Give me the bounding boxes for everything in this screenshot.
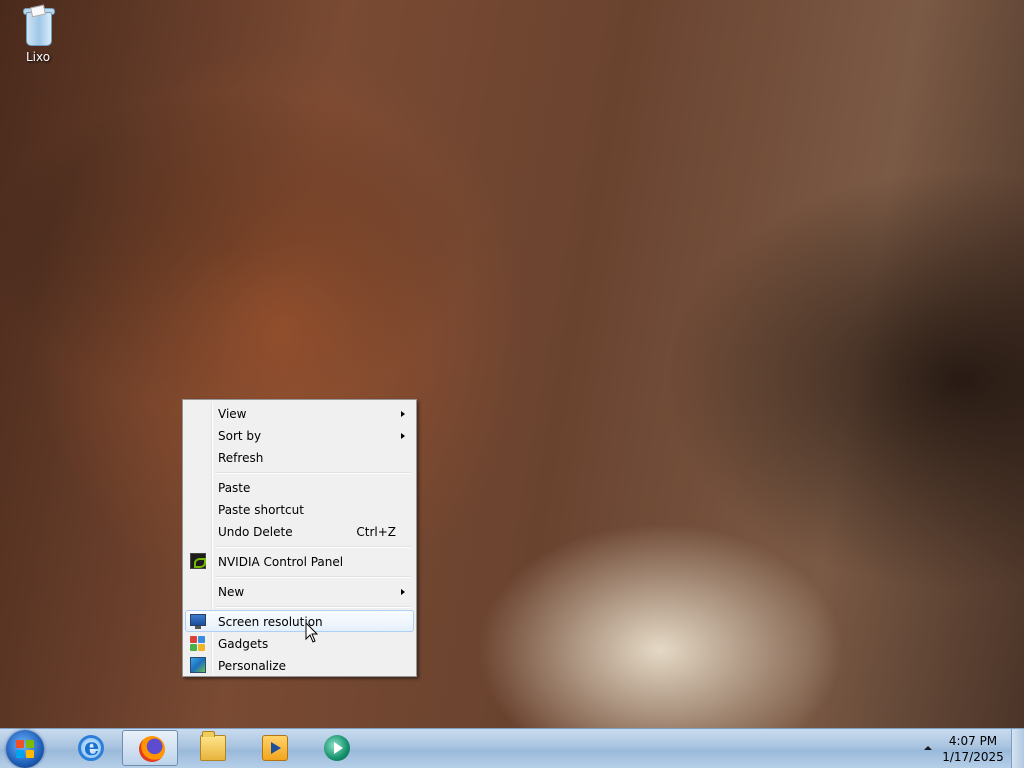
- menu-item-label: Paste shortcut: [218, 503, 304, 517]
- personalize-icon: [190, 657, 206, 673]
- recycle-bin-label: Lixo: [25, 50, 51, 64]
- recycle-bin-icon: [23, 4, 55, 46]
- menu-item-new[interactable]: New: [185, 580, 414, 602]
- show-desktop-button[interactable]: [1011, 729, 1024, 768]
- taskbar-firefox[interactable]: [122, 730, 178, 766]
- taskbar-windows-explorer[interactable]: [184, 730, 240, 766]
- desktop[interactable]: Lixo: [0, 0, 1024, 728]
- menu-separator: [215, 606, 411, 608]
- start-button[interactable]: [6, 730, 44, 768]
- menu-item-paste[interactable]: Paste: [185, 476, 414, 498]
- menu-separator: [215, 546, 411, 548]
- internet-explorer-icon: [78, 732, 104, 761]
- menu-item-nvidia-control-panel[interactable]: NVIDIA Control Panel: [185, 550, 414, 572]
- recycle-bin-shortcut[interactable]: Lixo: [8, 4, 68, 64]
- mouse-cursor-icon: [305, 622, 319, 643]
- menu-item-label: Undo Delete: [218, 525, 293, 539]
- menu-item-personalize[interactable]: Personalize: [185, 654, 414, 676]
- menu-item-label: Sort by: [218, 429, 262, 443]
- menu-item-label: Personalize: [218, 659, 287, 673]
- menu-item-label: NVIDIA Control Panel: [218, 555, 344, 569]
- menu-item-label: New: [218, 585, 245, 599]
- menu-item-label: Gadgets: [218, 637, 269, 651]
- menu-item-view[interactable]: View: [185, 402, 414, 424]
- gadgets-icon: [190, 635, 206, 651]
- firefox-icon: [139, 736, 165, 762]
- submenu-arrow-icon: [401, 411, 405, 417]
- windows-explorer-icon: [200, 731, 226, 761]
- menu-item-gadgets[interactable]: Gadgets: [185, 632, 414, 654]
- taskbar-media-center[interactable]: [246, 730, 302, 766]
- taskbar-internet-explorer[interactable]: [62, 730, 118, 766]
- monitor-icon: [190, 614, 206, 629]
- menu-separator: [215, 472, 411, 474]
- taskbar: 4:07 PM 1/17/2025: [0, 728, 1024, 768]
- menu-separator: [215, 576, 411, 578]
- desktop-context-menu: View Sort by Refresh Paste Paste shortcu…: [182, 399, 417, 677]
- submenu-arrow-icon: [401, 589, 405, 595]
- nvidia-icon: [190, 553, 206, 569]
- clock-date: 1/17/2025: [942, 750, 1004, 764]
- menu-item-refresh[interactable]: Refresh: [185, 446, 414, 468]
- menu-item-screen-resolution[interactable]: Screen resolution: [185, 610, 414, 632]
- menu-item-label: Paste: [218, 481, 251, 495]
- windows-logo-icon: [16, 740, 34, 758]
- submenu-arrow-icon: [401, 433, 405, 439]
- menu-item-shortcut: Ctrl+Z: [356, 525, 396, 539]
- taskbar-windows-media-player[interactable]: [308, 730, 364, 766]
- menu-item-sort-by[interactable]: Sort by: [185, 424, 414, 446]
- clock-time: 4:07 PM: [948, 734, 998, 748]
- media-center-icon: [262, 735, 288, 761]
- menu-item-label: View: [218, 407, 247, 421]
- system-clock[interactable]: 4:07 PM 1/17/2025: [936, 733, 1010, 765]
- menu-item-paste-shortcut[interactable]: Paste shortcut: [185, 498, 414, 520]
- show-hidden-icons-button[interactable]: [924, 746, 932, 750]
- menu-item-undo-delete[interactable]: Undo Delete Ctrl+Z: [185, 520, 414, 542]
- windows-media-player-icon: [324, 735, 350, 761]
- menu-item-label: Refresh: [218, 451, 264, 465]
